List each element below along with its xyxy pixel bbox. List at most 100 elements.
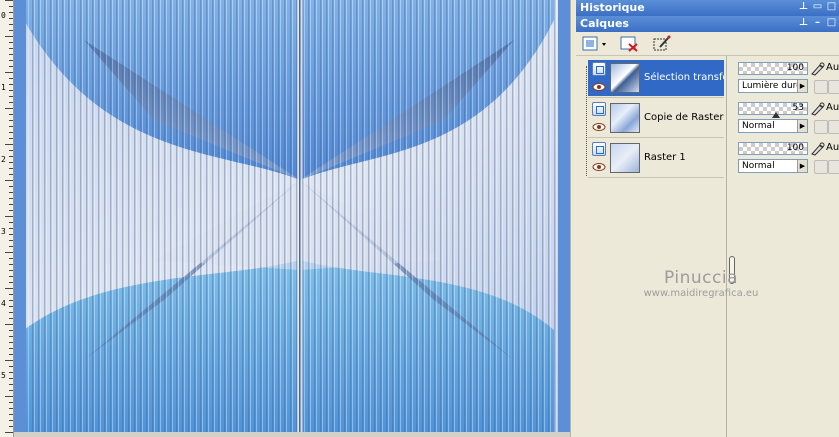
- ruler-tick: [9, 372, 13, 373]
- opacity-slider[interactable]: 100: [738, 142, 808, 155]
- aux-label: Au: [826, 102, 839, 113]
- ruler-tick: [9, 78, 13, 79]
- image-canvas[interactable]: [14, 0, 570, 434]
- ruler-tick: [9, 408, 13, 409]
- link-icon[interactable]: [828, 160, 839, 174]
- blend-mode-value: Normal: [742, 161, 775, 171]
- ruler-tick: [9, 234, 13, 235]
- ruler-tick: [9, 354, 13, 355]
- ruler-tick: [9, 60, 13, 61]
- blend-mode-select[interactable]: Normal ▶: [738, 119, 808, 133]
- ruler-tick: [9, 42, 13, 43]
- layer-properties-row: 53 Normal ▶ Au: [736, 100, 839, 136]
- layer-row-selection-transformee[interactable]: Sélection transformée: [588, 60, 724, 96]
- ruler-tick: [9, 96, 13, 97]
- layer-properties-row: 100 Lumière dure ▶ Au: [736, 60, 839, 96]
- ruler-tick: [9, 210, 13, 211]
- layers-panel-titlebar[interactable]: Calques ⊥ – □: [576, 16, 839, 32]
- blend-mode-value: Lumière dure: [742, 81, 802, 91]
- ruler-tick: [9, 426, 13, 427]
- lock-icon[interactable]: [814, 160, 828, 174]
- pin-icon[interactable]: ⊥: [798, 17, 809, 29]
- eye-icon[interactable]: [592, 82, 606, 92]
- eye-icon[interactable]: [592, 122, 606, 132]
- minimize-icon[interactable]: –: [812, 17, 823, 29]
- edit-icon[interactable]: [810, 142, 826, 156]
- blend-mode-value: Normal: [742, 121, 775, 131]
- layer-type-icon: [592, 62, 606, 76]
- eye-icon[interactable]: [592, 162, 606, 172]
- ruler-tick: [5, 72, 13, 73]
- ruler-tick: [9, 198, 13, 199]
- blend-mode-select[interactable]: Normal ▶: [738, 159, 808, 173]
- ruler-tick: [9, 240, 13, 241]
- horizontal-scrollbar[interactable]: [14, 432, 570, 437]
- ruler-label: 4: [1, 299, 6, 308]
- dropdown-arrow-icon[interactable]: ▶: [797, 80, 807, 92]
- watermark-name: Pinuccia: [664, 268, 738, 288]
- edit-icon[interactable]: [810, 62, 826, 76]
- ruler-tick: [9, 300, 13, 301]
- ruler-tick: [9, 402, 13, 403]
- ruler-tick: [9, 18, 13, 19]
- ruler-tick: [9, 54, 13, 55]
- mask-icon[interactable]: [652, 35, 672, 53]
- ruler-tick: [9, 174, 13, 175]
- blend-mode-select[interactable]: Lumière dure ▶: [738, 79, 808, 93]
- ruler-tick: [9, 114, 13, 115]
- dropdown-arrow-icon[interactable]: ▶: [797, 160, 807, 172]
- layer-properties-row: 100 Normal ▶ Au: [736, 140, 839, 176]
- maximize-icon[interactable]: □: [826, 17, 837, 29]
- dropdown-arrow-icon[interactable]: ▶: [797, 120, 807, 132]
- ruler-tick: [9, 270, 13, 271]
- maximize-icon[interactable]: □: [826, 1, 837, 13]
- edit-icon[interactable]: [810, 102, 826, 116]
- opacity-slider-thumb[interactable]: [772, 112, 780, 118]
- opacity-value: 100: [786, 63, 804, 73]
- link-icon[interactable]: [828, 120, 839, 134]
- layer-row-copie-de-raster-1[interactable]: Copie de Raster 1: [588, 100, 724, 136]
- ruler-tick: [9, 378, 13, 379]
- ruler-tick: [9, 264, 13, 265]
- layer-row-raster-1[interactable]: Raster 1: [588, 140, 724, 176]
- ruler-tick: [9, 246, 13, 247]
- ruler-tick: [9, 168, 13, 169]
- new-layer-icon[interactable]: [582, 35, 610, 53]
- history-panel-title: Historique: [580, 1, 645, 14]
- layer-thumbnail: [610, 103, 640, 133]
- ruler-tick: [5, 36, 13, 37]
- lock-icon[interactable]: [814, 120, 828, 134]
- link-icon[interactable]: [828, 80, 839, 94]
- ruler-tick: [9, 204, 13, 205]
- row-divider: [588, 137, 724, 138]
- layers-list: Sélection transformée Copie de Raster 1 …: [576, 56, 839, 437]
- pin-icon[interactable]: ⊥: [798, 1, 809, 13]
- layer-type-icon: [592, 102, 606, 116]
- opacity-slider[interactable]: 53: [738, 102, 808, 118]
- history-panel-titlebar[interactable]: Historique ⊥ ▭ □: [576, 0, 839, 16]
- canvas-artwork: [14, 0, 570, 432]
- ruler-tick: [9, 6, 13, 7]
- ruler-tick: [9, 420, 13, 421]
- lock-icon[interactable]: [814, 80, 828, 94]
- ruler-label: 2: [1, 155, 6, 164]
- ruler-tick: [5, 432, 13, 433]
- ruler-tick: [5, 288, 13, 289]
- ruler-tick: [9, 138, 13, 139]
- ruler-tick: [9, 120, 13, 121]
- opacity-value: 100: [786, 143, 804, 153]
- restore-icon[interactable]: ▭: [812, 1, 823, 13]
- ruler-tick: [9, 390, 13, 391]
- layers-column-separator[interactable]: [726, 56, 735, 437]
- delete-layer-icon[interactable]: [620, 35, 640, 53]
- layer-thumbnail: [610, 143, 640, 173]
- watermark-site: www.maidiregrafica.eu: [643, 288, 759, 299]
- ruler-tick: [9, 342, 13, 343]
- ruler-tick: [9, 102, 13, 103]
- opacity-slider[interactable]: 100: [738, 62, 808, 75]
- ruler-tick: [5, 216, 13, 217]
- ruler-tick: [9, 348, 13, 349]
- layer-thumbnail: [610, 63, 640, 93]
- ruler-tick: [9, 162, 13, 163]
- watermark: Pinuccia www.maidiregrafica.eu: [576, 268, 826, 299]
